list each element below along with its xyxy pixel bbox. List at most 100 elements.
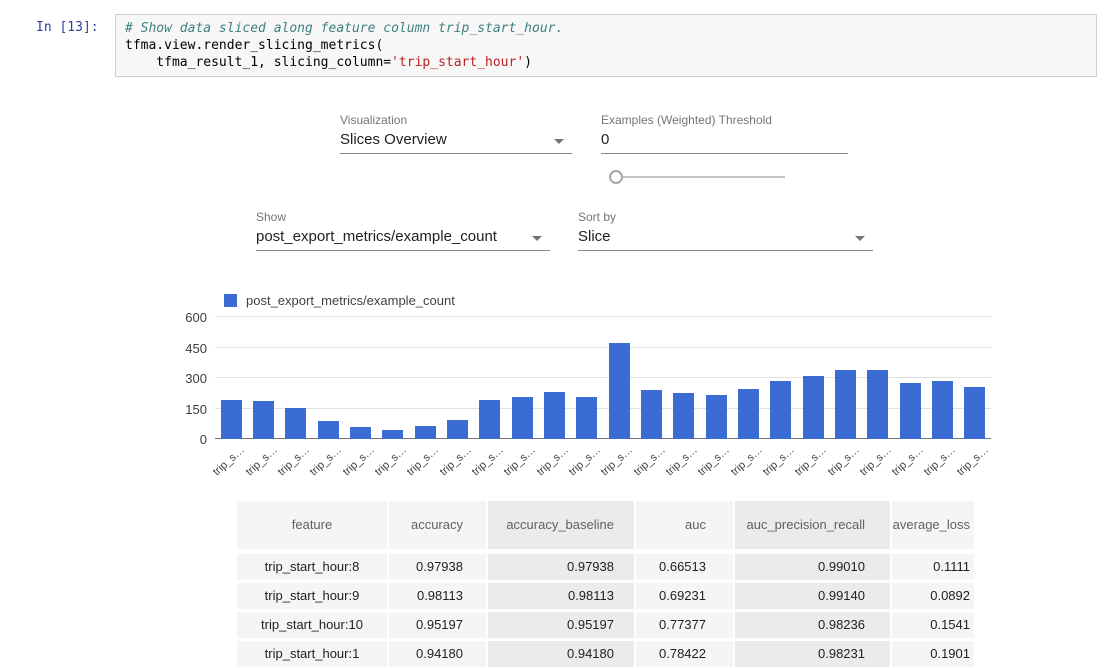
bar (544, 392, 565, 439)
code-text: # Show data sliced along feature column … (125, 20, 1087, 71)
bar (350, 427, 371, 439)
visualization-label: Visualization (340, 113, 407, 127)
metric-cell: 0.98236 (735, 612, 890, 638)
bar (867, 370, 888, 439)
x-tick-label: trip_s… (276, 444, 312, 478)
x-tick-label: trip_s… (696, 444, 732, 478)
bar-chart: trip_s…trip_s…trip_s…trip_s…trip_s…trip_… (215, 317, 991, 439)
metric-cell: 0.1541 (892, 612, 974, 638)
x-tick-label: trip_s… (761, 444, 797, 478)
metric-cell: 0.78422 (636, 641, 733, 667)
threshold-value: 0 (601, 131, 609, 148)
x-tick-label: trip_s… (793, 444, 829, 478)
threshold-input[interactable]: 0 (601, 129, 848, 154)
metric-cell: 0.0892 (892, 583, 974, 609)
x-tick-label: trip_s… (599, 444, 635, 478)
x-tick-label: trip_s… (470, 444, 506, 478)
x-tick-label: trip_s… (373, 444, 409, 478)
bar-slot: trip_s… (538, 317, 570, 439)
x-tick-label: trip_s… (340, 444, 376, 478)
metric-cell: 0.98231 (735, 641, 890, 667)
bar-slot: trip_s… (247, 317, 279, 439)
bar-slot: trip_s… (506, 317, 538, 439)
y-tick-label: 300 (150, 371, 207, 386)
feature-cell: trip_start_hour:1 (237, 641, 387, 667)
column-header-accuracy_baseline[interactable]: accuracy_baseline (488, 501, 634, 549)
metric-cell: 0.95197 (488, 612, 634, 638)
sort-by-select[interactable]: Slice (578, 226, 873, 251)
x-tick-label: trip_s… (955, 444, 991, 478)
bars: trip_s…trip_s…trip_s…trip_s…trip_s…trip_… (215, 317, 991, 439)
column-header-feature[interactable]: feature (237, 501, 387, 549)
bar-slot: trip_s… (732, 317, 764, 439)
column-header-average_loss[interactable]: average_loss (892, 501, 974, 549)
metric-cell: 0.97938 (389, 554, 486, 580)
show-label: Show (256, 210, 286, 224)
bar-slot: trip_s… (700, 317, 732, 439)
threshold-slider[interactable] (609, 169, 785, 185)
slider-knob[interactable] (609, 170, 623, 184)
x-tick-label: trip_s… (502, 444, 538, 478)
dropdown-arrow-icon (532, 236, 542, 241)
x-tick-label: trip_s… (858, 444, 894, 478)
visualization-select[interactable]: Slices Overview (340, 129, 572, 154)
bar (253, 401, 274, 439)
column-header-auc_precision_recall[interactable]: auc_precision_recall (735, 501, 890, 549)
visualization-value: Slices Overview (340, 131, 447, 148)
bar-slot: trip_s… (312, 317, 344, 439)
table-body: trip_start_hour:80.979380.979380.665130.… (237, 554, 974, 667)
cell-prompt: In [13]: (36, 20, 99, 35)
bar-slot: trip_s… (862, 317, 894, 439)
bar (673, 393, 694, 439)
x-tick-label: trip_s… (631, 444, 667, 478)
x-tick-label: trip_s… (922, 444, 958, 478)
bar-slot: trip_s… (280, 317, 312, 439)
chart-legend: post_export_metrics/example_count (224, 293, 455, 308)
bar-slot: trip_s… (894, 317, 926, 439)
bar (738, 389, 759, 439)
metric-cell: 0.1901 (892, 641, 974, 667)
column-header-accuracy[interactable]: accuracy (389, 501, 486, 549)
bar-slot: trip_s… (797, 317, 829, 439)
bar (900, 383, 921, 439)
bar (415, 426, 436, 439)
slider-track[interactable] (616, 176, 785, 178)
code-editor[interactable]: # Show data sliced along feature column … (115, 14, 1097, 77)
bar (576, 397, 597, 439)
bar (382, 430, 403, 439)
metric-cell: 0.99140 (735, 583, 890, 609)
bar (770, 381, 791, 439)
bar-slot: trip_s… (441, 317, 473, 439)
metric-cell: 0.94180 (488, 641, 634, 667)
bar (479, 400, 500, 439)
bar (641, 390, 662, 439)
x-tick-label: trip_s… (728, 444, 764, 478)
bar (964, 387, 985, 439)
code-line3-pre: tfma_result_1, slicing_column= (125, 55, 391, 70)
bar-slot: trip_s… (668, 317, 700, 439)
metric-cell: 0.95197 (389, 612, 486, 638)
y-tick-label: 150 (150, 402, 207, 417)
bar (512, 397, 533, 439)
x-tick-label: trip_s… (534, 444, 570, 478)
metric-cell: 0.99010 (735, 554, 890, 580)
show-select[interactable]: post_export_metrics/example_count (256, 226, 550, 251)
metric-cell: 0.94180 (389, 641, 486, 667)
bar-slot: trip_s… (215, 317, 247, 439)
table-header-row: featureaccuracyaccuracy_baselineaucauc_p… (237, 501, 974, 549)
dropdown-arrow-icon (855, 236, 865, 241)
bar (609, 343, 630, 439)
show-value: post_export_metrics/example_count (256, 228, 497, 245)
metric-cell: 0.97938 (488, 554, 634, 580)
notebook-page: In [13]: # Show data sliced along featur… (0, 0, 1111, 668)
x-tick-label: trip_s… (890, 444, 926, 478)
column-header-auc[interactable]: auc (636, 501, 733, 549)
metric-cell: 0.77377 (636, 612, 733, 638)
metric-cell: 0.1111 (892, 554, 974, 580)
x-tick-label: trip_s… (405, 444, 441, 478)
bar-slot: trip_s… (765, 317, 797, 439)
code-comment: # Show data sliced along feature column … (125, 21, 563, 36)
bar-slot: trip_s… (571, 317, 603, 439)
bar (706, 395, 727, 439)
x-tick-label: trip_s… (825, 444, 861, 478)
